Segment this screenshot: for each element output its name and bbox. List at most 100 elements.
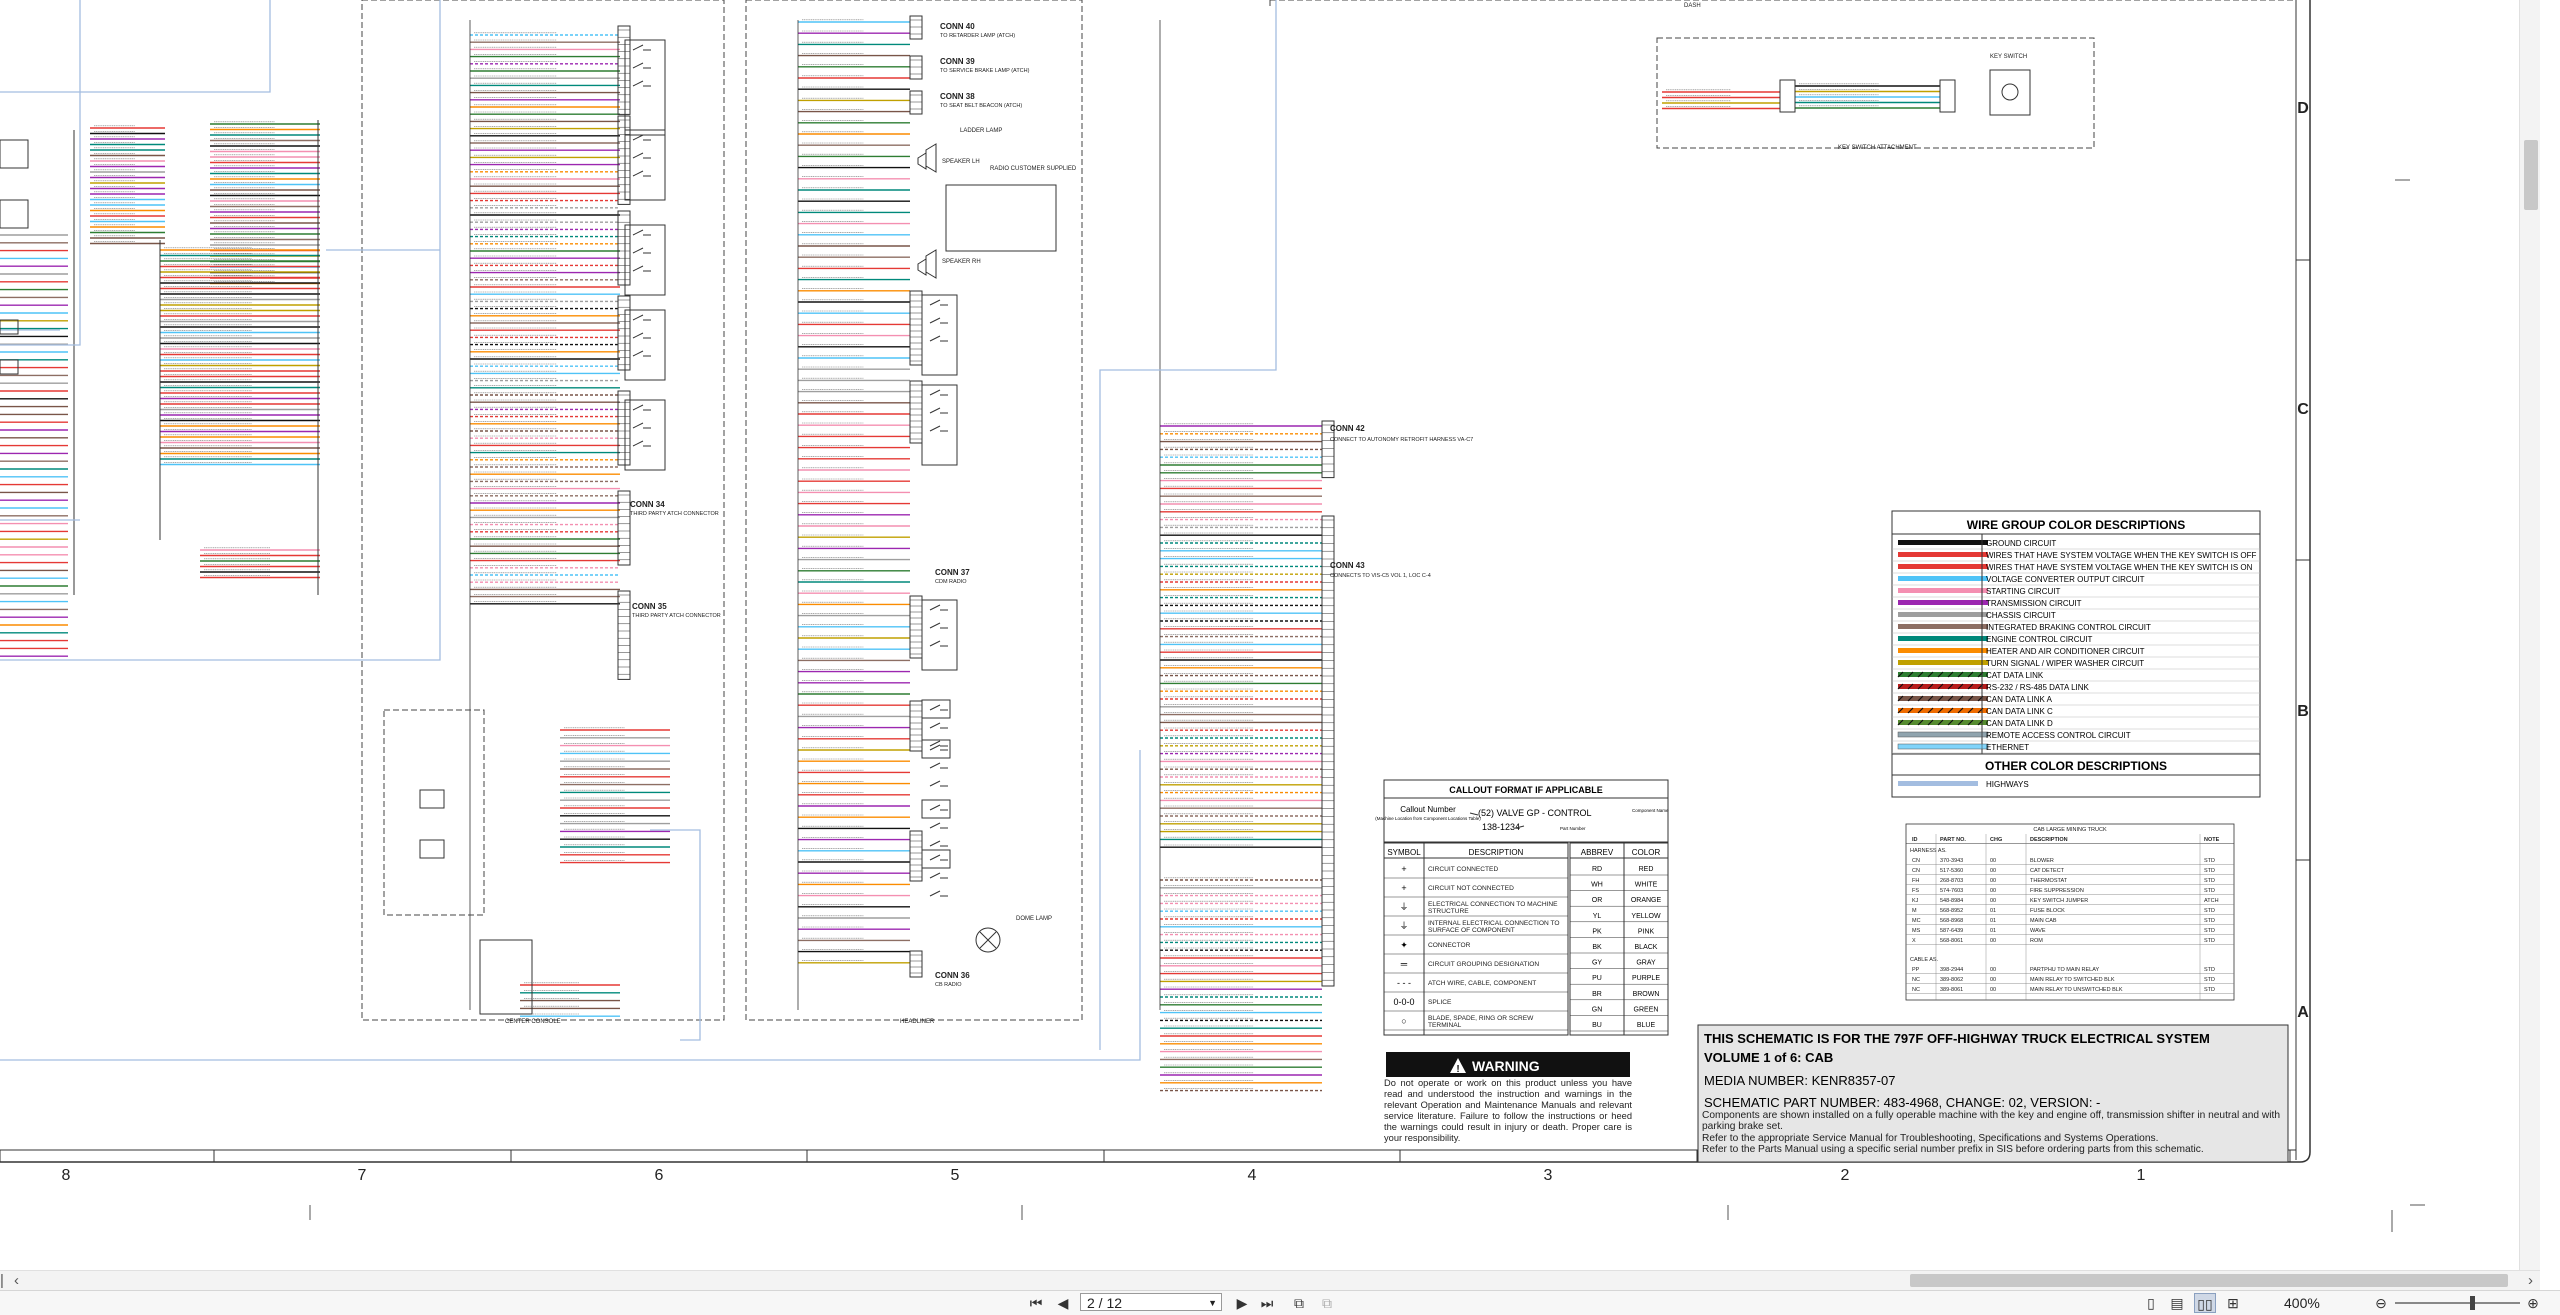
harness-cell: ROM	[2030, 938, 2043, 944]
title-note-1: Components are shown installed on a full…	[1702, 1110, 2281, 1133]
vertical-scroll-thumb[interactable]	[2524, 140, 2538, 210]
speaker-lh-label: SPEAKER LH	[942, 159, 980, 165]
harness-cell: 517-5360	[1940, 868, 1963, 874]
page-dropdown-icon[interactable]: ▼	[1208, 1294, 1217, 1312]
abbrev-code: PK	[1592, 928, 1602, 935]
scroll-left-icon[interactable]: ‹	[14, 1271, 19, 1291]
scroll-view-icon[interactable]: ⊞	[2222, 1293, 2244, 1313]
wire-group-label: ENGINE CONTROL CIRCUIT	[1986, 635, 2092, 644]
harness-cell: 01	[1990, 928, 1996, 934]
harness-cell: 00	[1990, 898, 1996, 904]
scroll-left-arrow[interactable]: |	[0, 1271, 4, 1291]
symbol-description: ATCH WIRE, CABLE, COMPONENT	[1428, 980, 1537, 987]
schematic-part-number: SCHEMATIC PART NUMBER: 483-4968, CHANGE:…	[1704, 1095, 2100, 1110]
harness-cell: NC	[1912, 977, 1920, 983]
wire-swatch	[1898, 612, 1988, 617]
harness-cell: STD	[2204, 918, 2215, 924]
symbol-glyph: ○	[1401, 1016, 1406, 1026]
title-line-1: THIS SCHEMATIC IS FOR THE 797F OFF-HIGHW…	[1704, 1031, 2210, 1046]
wire-swatch	[1898, 564, 1988, 569]
symbol-description: BLADE, SPADE, RING OR SCREW TERMINAL	[1428, 1015, 1534, 1030]
grid-row-a: A	[2297, 1004, 2309, 1021]
grid-col-3: 3	[1544, 1167, 1553, 1184]
harness-cell: FUSE BLOCK	[2030, 908, 2065, 914]
area-labels: CENTER CONSOLE HEADLINER KEY SWITCH ATTA…	[505, 3, 2027, 1025]
two-page-view-icon[interactable]: ▯▯	[2194, 1293, 2216, 1313]
harness-cell: 00	[1990, 987, 1996, 993]
description-header: DESCRIPTION	[1469, 848, 1524, 857]
harness-cell: STD	[2204, 908, 2215, 914]
abbrev-color: WHITE	[1635, 882, 1658, 889]
harness-cell: MAIN RELAY TO UNSWITCHED BLK	[2030, 987, 2123, 993]
harness-cell: 389-8061	[1940, 987, 1963, 993]
symbol-description: INTERNAL ELECTRICAL CONNECTION TO SURFAC…	[1428, 920, 1560, 935]
grid-col-5: 5	[951, 1167, 960, 1184]
wire-group-label: CAN DATA LINK C	[1986, 707, 2053, 716]
harness-cell: KJ	[1912, 898, 1919, 904]
symbol-glyph: ⏚	[1399, 921, 1408, 931]
harness-table: CAB LARGE MINING TRUCK ID PART NO. CHG DESC…	[1905, 823, 2235, 1001]
first-page-icon[interactable]: ⏮	[1028, 1293, 1044, 1313]
scroll-right-icon[interactable]: ›	[2528, 1271, 2533, 1291]
grid-row-d: D	[2297, 100, 2309, 117]
harness-cell: MAIN RELAY TO SWITCHED BLK	[2030, 977, 2115, 983]
wire-swatch	[1898, 588, 1988, 593]
harness-cell: STD	[2204, 858, 2215, 864]
abbrev-color: PINK	[1638, 928, 1655, 935]
document-viewport[interactable]: 8 7 6 5 4 3 2 1 D C B A CONN 40 TO RETAR…	[0, 0, 2540, 1270]
zoom-slider[interactable]	[2395, 1302, 2520, 1304]
conn-36-name: CONN 36	[935, 971, 970, 980]
callout-part-number: 138-1234	[1482, 822, 1520, 832]
harness-cell: 574-7603	[1940, 888, 1963, 894]
harness-header: NOTE	[2204, 837, 2220, 843]
harness-table-title: CAB LARGE MINING TRUCK	[2033, 827, 2107, 833]
wire-group-title: WIRE GROUP COLOR DESCRIPTIONS	[1967, 518, 2185, 532]
symbol-glyph: +	[1401, 883, 1406, 893]
conn-34-name: CONN 34	[630, 500, 665, 509]
callout-component-name: Component Name	[1632, 808, 1669, 813]
wire-group-label: CAN DATA LINK A	[1986, 695, 2053, 704]
headliner-label: HEADLINER	[900, 1019, 935, 1025]
abbrev-code: OR	[1592, 897, 1603, 904]
callout-number: Callout Number	[1400, 805, 1456, 814]
symbol-glyph: - - -	[1397, 978, 1411, 988]
conn-43-desc: CONNECTS TO VIS-C5 VOL 1, LOC C-4	[1330, 573, 1431, 579]
zoom-out-icon[interactable]: ⊖	[2372, 1293, 2390, 1313]
wire-swatch	[1898, 636, 1988, 641]
harness-cell: STD	[2204, 868, 2215, 874]
continuous-view-icon[interactable]: ▤	[2168, 1293, 2186, 1313]
vertical-scrollbar[interactable]	[2519, 0, 2540, 1270]
abbrev-header: ABBREV	[1581, 848, 1614, 857]
copy-page-icon[interactable]: ⧉	[1290, 1293, 1308, 1313]
dome-lamp-label: DOME LAMP	[1016, 916, 1052, 922]
symbol-description: CONNECTOR	[1428, 942, 1471, 949]
paste-page-icon[interactable]: ⧉	[1318, 1293, 1336, 1313]
harness-cell: 398-2944	[1940, 967, 1963, 973]
harness-cell: FIRE SUPPRESSION	[2030, 888, 2084, 894]
harness-cell: STD	[2204, 928, 2215, 934]
harness-cell: STD	[2204, 878, 2215, 884]
grid-col-1: 1	[2137, 1167, 2146, 1184]
wire-group-label: CAT DATA LINK	[1986, 671, 2044, 680]
next-page-icon[interactable]: ▶	[1234, 1293, 1250, 1313]
harness-cell: 01	[1990, 908, 1996, 914]
harness-cell: BLOWER	[2030, 858, 2054, 864]
symbol-header: SYMBOL	[1387, 848, 1421, 857]
abbrev-code: WH	[1591, 882, 1603, 889]
wire-group-label: GROUND CIRCUIT	[1986, 539, 2056, 548]
last-page-icon[interactable]: ⏭	[1258, 1293, 1276, 1313]
wire-swatch	[1898, 600, 1988, 605]
symbol-table: SYMBOL DESCRIPTION + CIRCUIT CONNECTED + CI…	[1383, 842, 1569, 1036]
page-number-input[interactable]: 2 / 12 ▼	[1080, 1293, 1222, 1311]
abbrev-code: YL	[1593, 913, 1602, 920]
wire-swatch	[1897, 743, 1989, 750]
previous-page-icon[interactable]: ◀	[1055, 1293, 1071, 1313]
single-page-view-icon[interactable]: ▯	[2142, 1293, 2160, 1313]
harness-cell: MC	[1912, 918, 1921, 924]
zoom-in-icon[interactable]: ⊕	[2524, 1293, 2542, 1313]
zoom-slider-knob[interactable]	[2470, 1296, 2475, 1310]
abbrev-code: GN	[1592, 1006, 1603, 1013]
horizontal-scrollbar[interactable]: | ‹ ›	[0, 1270, 2540, 1291]
wire-swatch	[1898, 648, 1988, 653]
horizontal-scroll-thumb[interactable]	[1910, 1274, 2508, 1287]
